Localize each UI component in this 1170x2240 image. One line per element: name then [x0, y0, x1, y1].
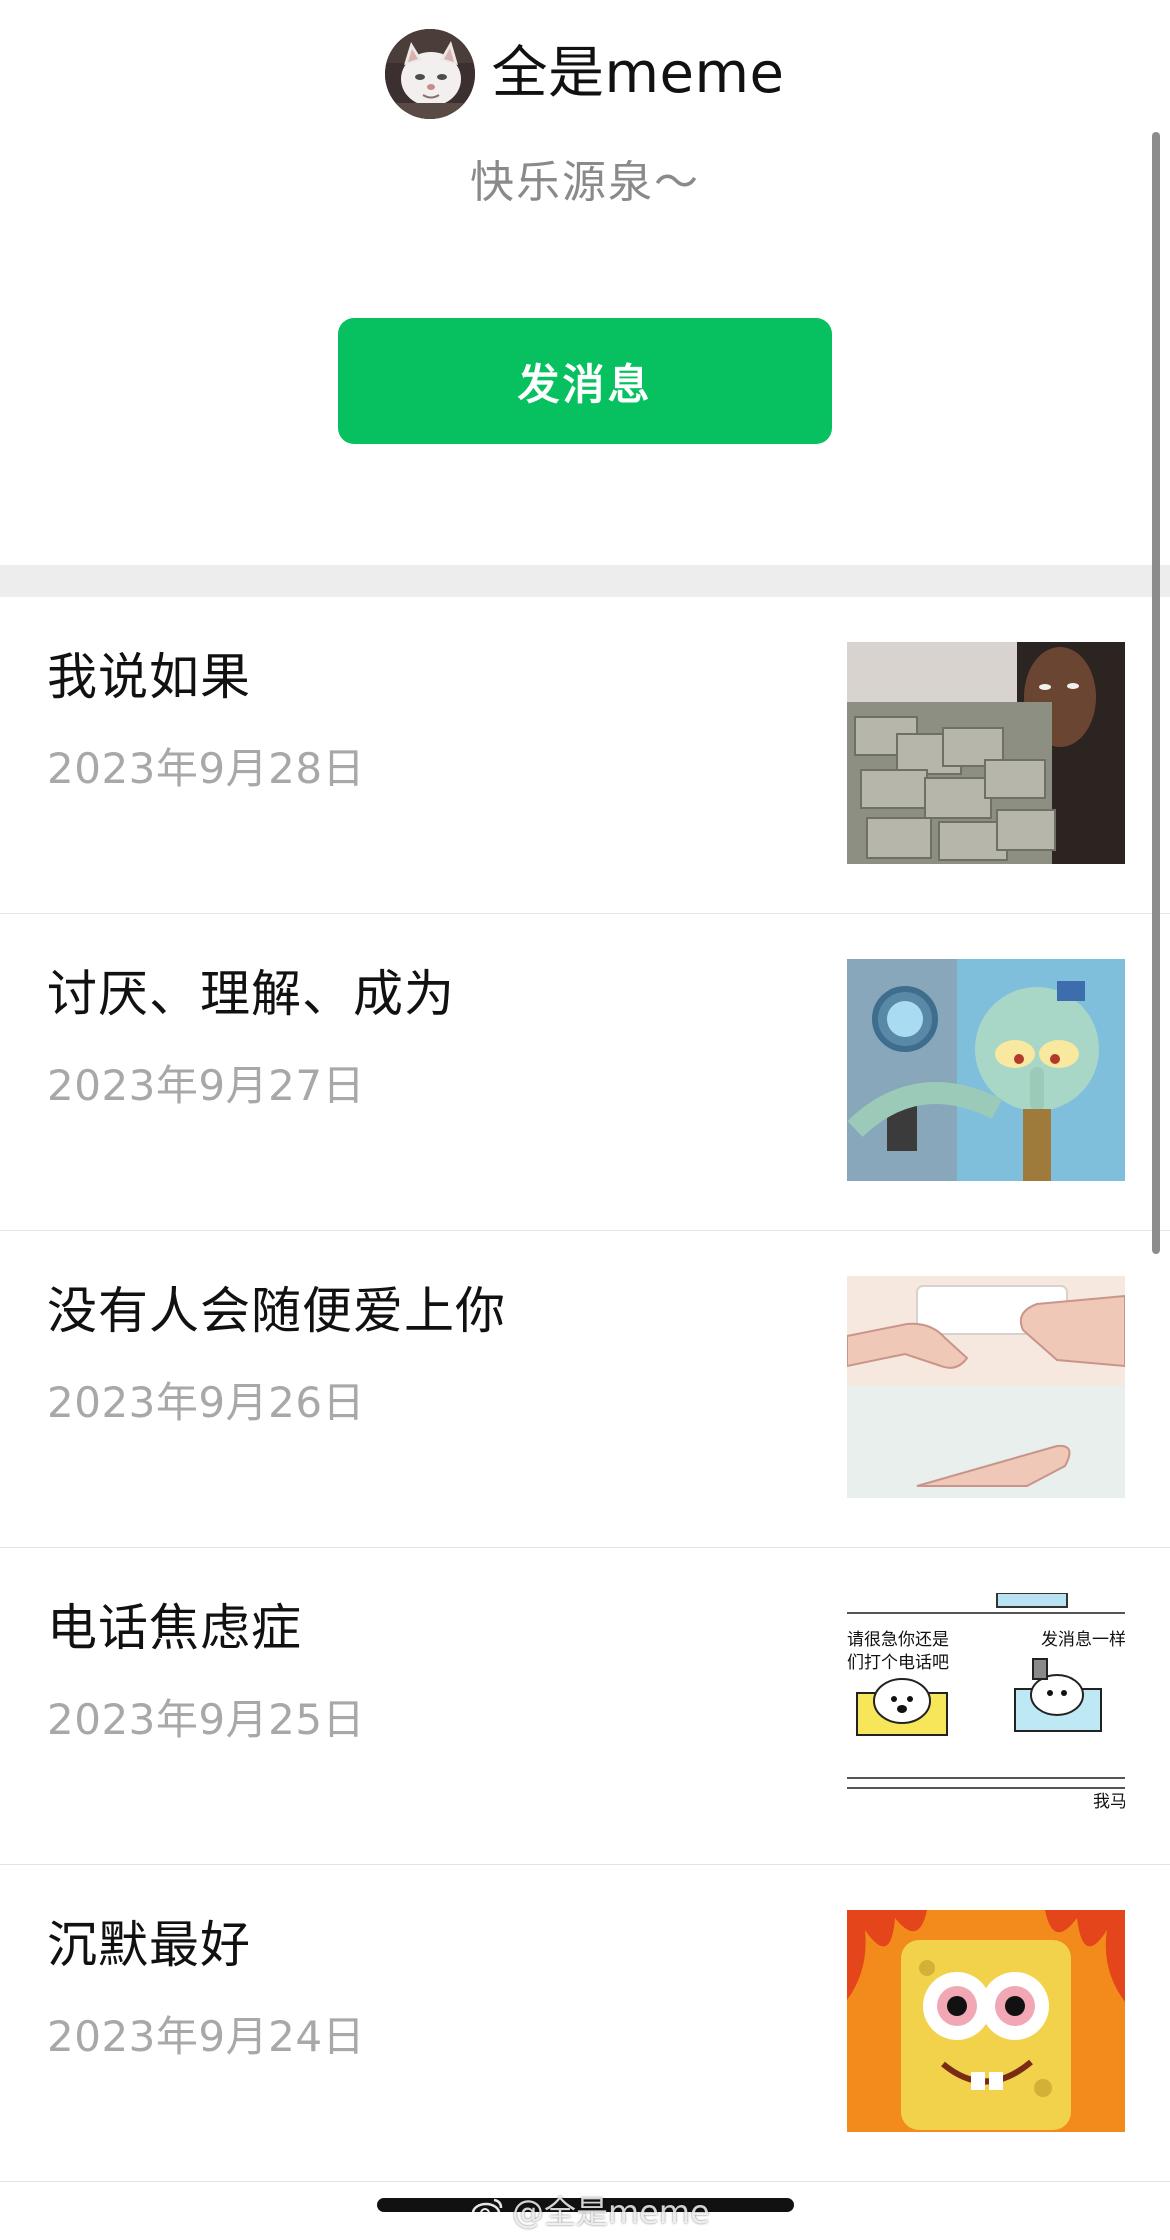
article-item[interactable]: 讨厌、理解、成为 2023年9月27日: [0, 914, 1170, 1231]
weibo-watermark: @全是meme: [470, 2188, 710, 2232]
send-message-button[interactable]: 发消息: [338, 318, 832, 444]
comic-text-2: 们打个电话吧: [847, 1653, 949, 1673]
comic-text-1: 请很急你还是: [847, 1630, 949, 1650]
comic-text-4: 我马: [1093, 1792, 1125, 1812]
article-title: 没有人会随便爱上你: [47, 1282, 506, 1340]
squidward-meme-image: [847, 959, 1125, 1181]
vertical-scrollbar[interactable]: [1152, 132, 1160, 1254]
article-title: 讨厌、理解、成为: [47, 965, 455, 1023]
article-title: 我说如果: [47, 648, 251, 706]
article-item[interactable]: 我说如果 2023年9月28日: [0, 597, 1170, 914]
article-date: 2023年9月24日: [47, 2012, 366, 2061]
article-item[interactable]: 电话焦虑症 2023年9月25日 请很急你还是 们打个电话吧 发消息一样 我马: [0, 1548, 1170, 1865]
spongebob-fire-meme-image: [847, 1910, 1125, 2132]
watermark-text: @全是meme: [512, 2193, 710, 2231]
money-stack-meme-image: [847, 642, 1125, 864]
article-list: 我说如果 2023年9月28日 讨厌、理解、成为 2023年9月27日 没有人会…: [0, 597, 1170, 2182]
article-date: 2023年9月25日: [47, 1695, 366, 1744]
comic-text-3: 发消息一样: [1041, 1630, 1125, 1650]
article-item[interactable]: 没有人会随便爱上你 2023年9月26日: [0, 1231, 1170, 1548]
account-header: 全是meme 快乐源泉～ 发消息: [0, 0, 1170, 565]
article-title: 沉默最好: [47, 1916, 251, 1974]
cat-avatar-icon: [385, 29, 476, 119]
weibo-icon: [471, 2198, 503, 2224]
article-date: 2023年9月28日: [47, 744, 366, 793]
section-divider: [0, 565, 1170, 597]
account-name: 全是meme: [491, 41, 785, 106]
phone-anxiety-comic-image: 请很急你还是 们打个电话吧 发消息一样 我马: [847, 1593, 1125, 1815]
article-title: 电话焦虑症: [47, 1599, 302, 1657]
article-date: 2023年9月26日: [47, 1378, 366, 1427]
hands-meme-image: [847, 1276, 1125, 1498]
account-title-row: 全是meme: [0, 28, 1170, 120]
account-subtitle: 快乐源泉～: [470, 157, 700, 208]
article-item[interactable]: 沉默最好 2023年9月24日: [0, 1865, 1170, 2182]
article-date: 2023年9月27日: [47, 1061, 366, 1110]
account-avatar[interactable]: [385, 29, 476, 119]
official-account-page: 全是meme 快乐源泉～ 发消息 我说如果 2023年9月28日 讨厌、理解、成…: [0, 0, 1170, 2240]
